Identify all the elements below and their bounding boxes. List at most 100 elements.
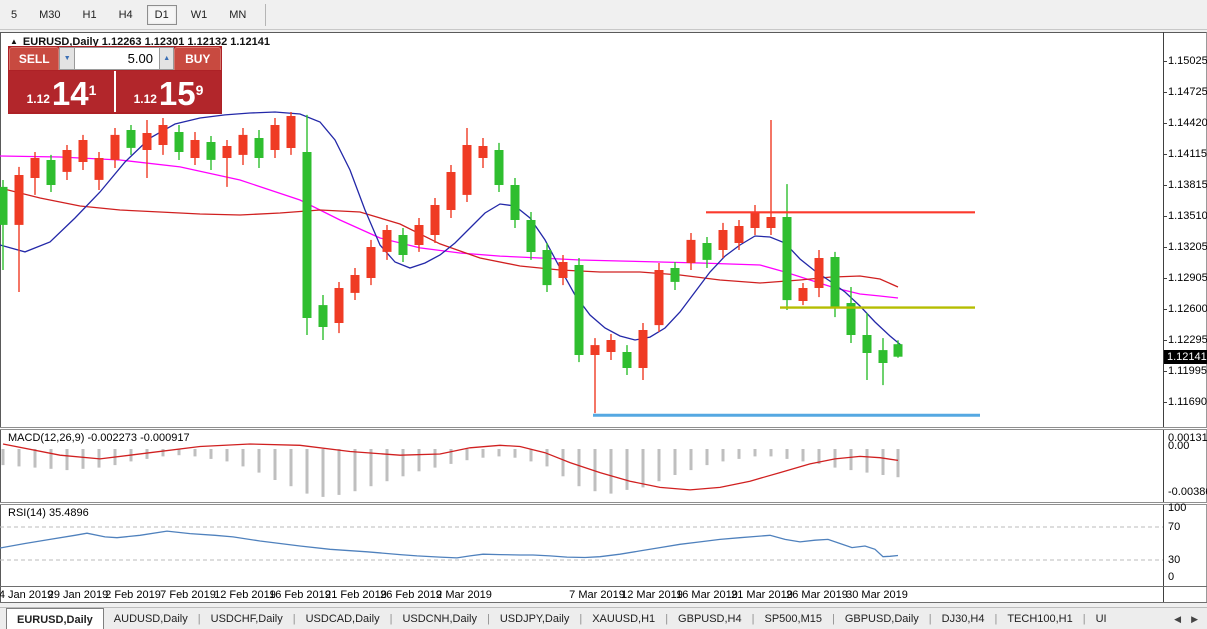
macd-histogram-bar [626, 449, 629, 490]
chevron-up-icon: ▲ [163, 55, 170, 62]
macd-histogram-bar [754, 449, 757, 456]
price-axis-tickmark [1163, 278, 1167, 279]
macd-histogram-bar [322, 449, 325, 497]
one-click-trade-panel: SELL ▼ ▲ BUY 1.12 14 1 1.12 15 9 [8, 46, 222, 114]
candle-body [95, 158, 104, 180]
price-axis-tickmark [1163, 340, 1167, 341]
candle-body [511, 185, 520, 220]
price-axis-tick: 1.13815 [1168, 179, 1207, 191]
macd-histogram-bar [498, 449, 501, 456]
candle-body [495, 150, 504, 185]
price-axis-tick: 1.12295 [1168, 334, 1207, 346]
price-axis-tickmark [1163, 402, 1167, 403]
candle-body [703, 243, 712, 260]
chart-tab-xauusd-h1[interactable]: XAUUSD,H1 [582, 608, 665, 629]
candle-body [399, 235, 408, 255]
chart-tab-sp500-m15[interactable]: SP500,M15 [754, 608, 831, 629]
chart-tab-tech100-h1[interactable]: TECH100,H1 [997, 608, 1082, 629]
volume-input[interactable] [75, 47, 159, 70]
price-axis-tick: 1.11995 [1168, 365, 1207, 377]
candle-body [591, 345, 600, 355]
volume-down-button[interactable]: ▼ [59, 47, 75, 70]
buy-button[interactable]: BUY [174, 47, 221, 70]
timeframe-button-m30[interactable]: M30 [31, 5, 68, 25]
tabs-scroll-right-icon[interactable]: ▶ [1186, 614, 1203, 625]
price-axis-tickmark [1163, 371, 1167, 372]
macd-histogram-bar [226, 449, 229, 461]
chart-tab-gbpusd-daily[interactable]: GBPUSD,Daily [835, 608, 929, 629]
panel-divider-macd[interactable] [0, 427, 1207, 430]
buy-price-box[interactable]: 1.12 15 9 [116, 71, 221, 112]
rsi-bottom-frame [0, 586, 1207, 587]
tabs-scroll-left-icon[interactable]: ◀ [1169, 614, 1186, 625]
macd-histogram-bar [610, 449, 613, 494]
macd-histogram-bar [530, 449, 533, 461]
chart-tab-eurusd-daily[interactable]: EURUSD,Daily [6, 608, 104, 629]
candle-body [655, 270, 664, 325]
indicator-axis-tick: 30 [1168, 554, 1180, 566]
chart-tab-gbpusd-h4[interactable]: GBPUSD,H4 [668, 608, 752, 629]
price-axis-tick: 1.12600 [1168, 303, 1207, 315]
sell-price-big: 14 [52, 77, 89, 110]
price-axis-tickmark [1163, 216, 1167, 217]
date-axis-label: 2 Mar 2019 [419, 589, 509, 601]
chart-tab-usdcnh-daily[interactable]: USDCNH,Daily [392, 608, 487, 629]
timeframe-button-mn[interactable]: MN [221, 5, 254, 25]
price-axis-frame [1163, 32, 1164, 602]
rsi-line [0, 531, 898, 558]
candle-body [863, 335, 872, 353]
macd-histogram-bar [897, 449, 900, 477]
candle-body [735, 226, 744, 243]
chart-tab-usdjpy-daily[interactable]: USDJPY,Daily [490, 608, 580, 629]
window-bottom-frame [0, 602, 1207, 603]
candle-body [207, 142, 216, 160]
price-axis-tickmark [1163, 185, 1167, 186]
candle-body [191, 140, 200, 158]
timeframe-button-h4[interactable]: H4 [111, 5, 141, 25]
chart-tab-dj30-h4[interactable]: DJ30,H4 [932, 608, 995, 629]
chart-tab-usdchf-daily[interactable]: USDCHF,Daily [201, 608, 293, 629]
candle-body [783, 217, 792, 300]
candle-body [287, 116, 296, 148]
candle-body [671, 268, 680, 282]
candle-body [894, 344, 903, 357]
indicator-axis-tick: 0.00 [1168, 440, 1189, 452]
chart-tab-usdcad-daily[interactable]: USDCAD,Daily [296, 608, 390, 629]
timeframe-button-5[interactable]: 5 [3, 5, 25, 25]
candle-body [463, 145, 472, 195]
panel-divider-rsi[interactable] [0, 502, 1207, 505]
timeframe-button-w1[interactable]: W1 [183, 5, 216, 25]
macd-histogram-bar [738, 449, 741, 459]
price-axis-tick: 1.13205 [1168, 241, 1207, 253]
macd-histogram-bar [2, 449, 5, 465]
chart-tab-ui[interactable]: UI [1086, 608, 1117, 629]
candle-body [383, 230, 392, 252]
macd-histogram-bar [338, 449, 341, 495]
volume-up-button[interactable]: ▲ [159, 47, 175, 70]
macd-histogram-bar [802, 449, 805, 461]
candle-body [335, 288, 344, 323]
collapse-icon[interactable]: ▲ [10, 37, 18, 46]
candle-body [415, 225, 424, 245]
candle-body [319, 305, 328, 327]
macd-histogram-bar [546, 449, 549, 466]
price-axis-tickmark [1163, 92, 1167, 93]
timeframe-button-h1[interactable]: H1 [75, 5, 105, 25]
macd-histogram-bar [850, 449, 853, 470]
macd-histogram-bar [482, 449, 485, 458]
candle-body [607, 340, 616, 352]
macd-histogram-bar [578, 449, 581, 486]
timeframe-button-d1[interactable]: D1 [147, 5, 177, 25]
chart-tab-audusd-daily[interactable]: AUDUSD,Daily [104, 608, 198, 629]
candle-body [527, 220, 536, 252]
macd-histogram-bar [82, 449, 85, 469]
rsi-canvas[interactable] [0, 505, 1163, 586]
sell-button[interactable]: SELL [9, 47, 59, 70]
date-axis-label: 30 Mar 2019 [832, 589, 922, 601]
sell-price-box[interactable]: 1.12 14 1 [9, 71, 116, 112]
price-axis-tick: 1.13510 [1168, 210, 1207, 222]
macd-histogram-bar [162, 449, 165, 456]
macd-histogram-bar [418, 449, 421, 471]
sell-price-prefix: 1.12 [27, 92, 50, 106]
candle-body [31, 158, 40, 178]
